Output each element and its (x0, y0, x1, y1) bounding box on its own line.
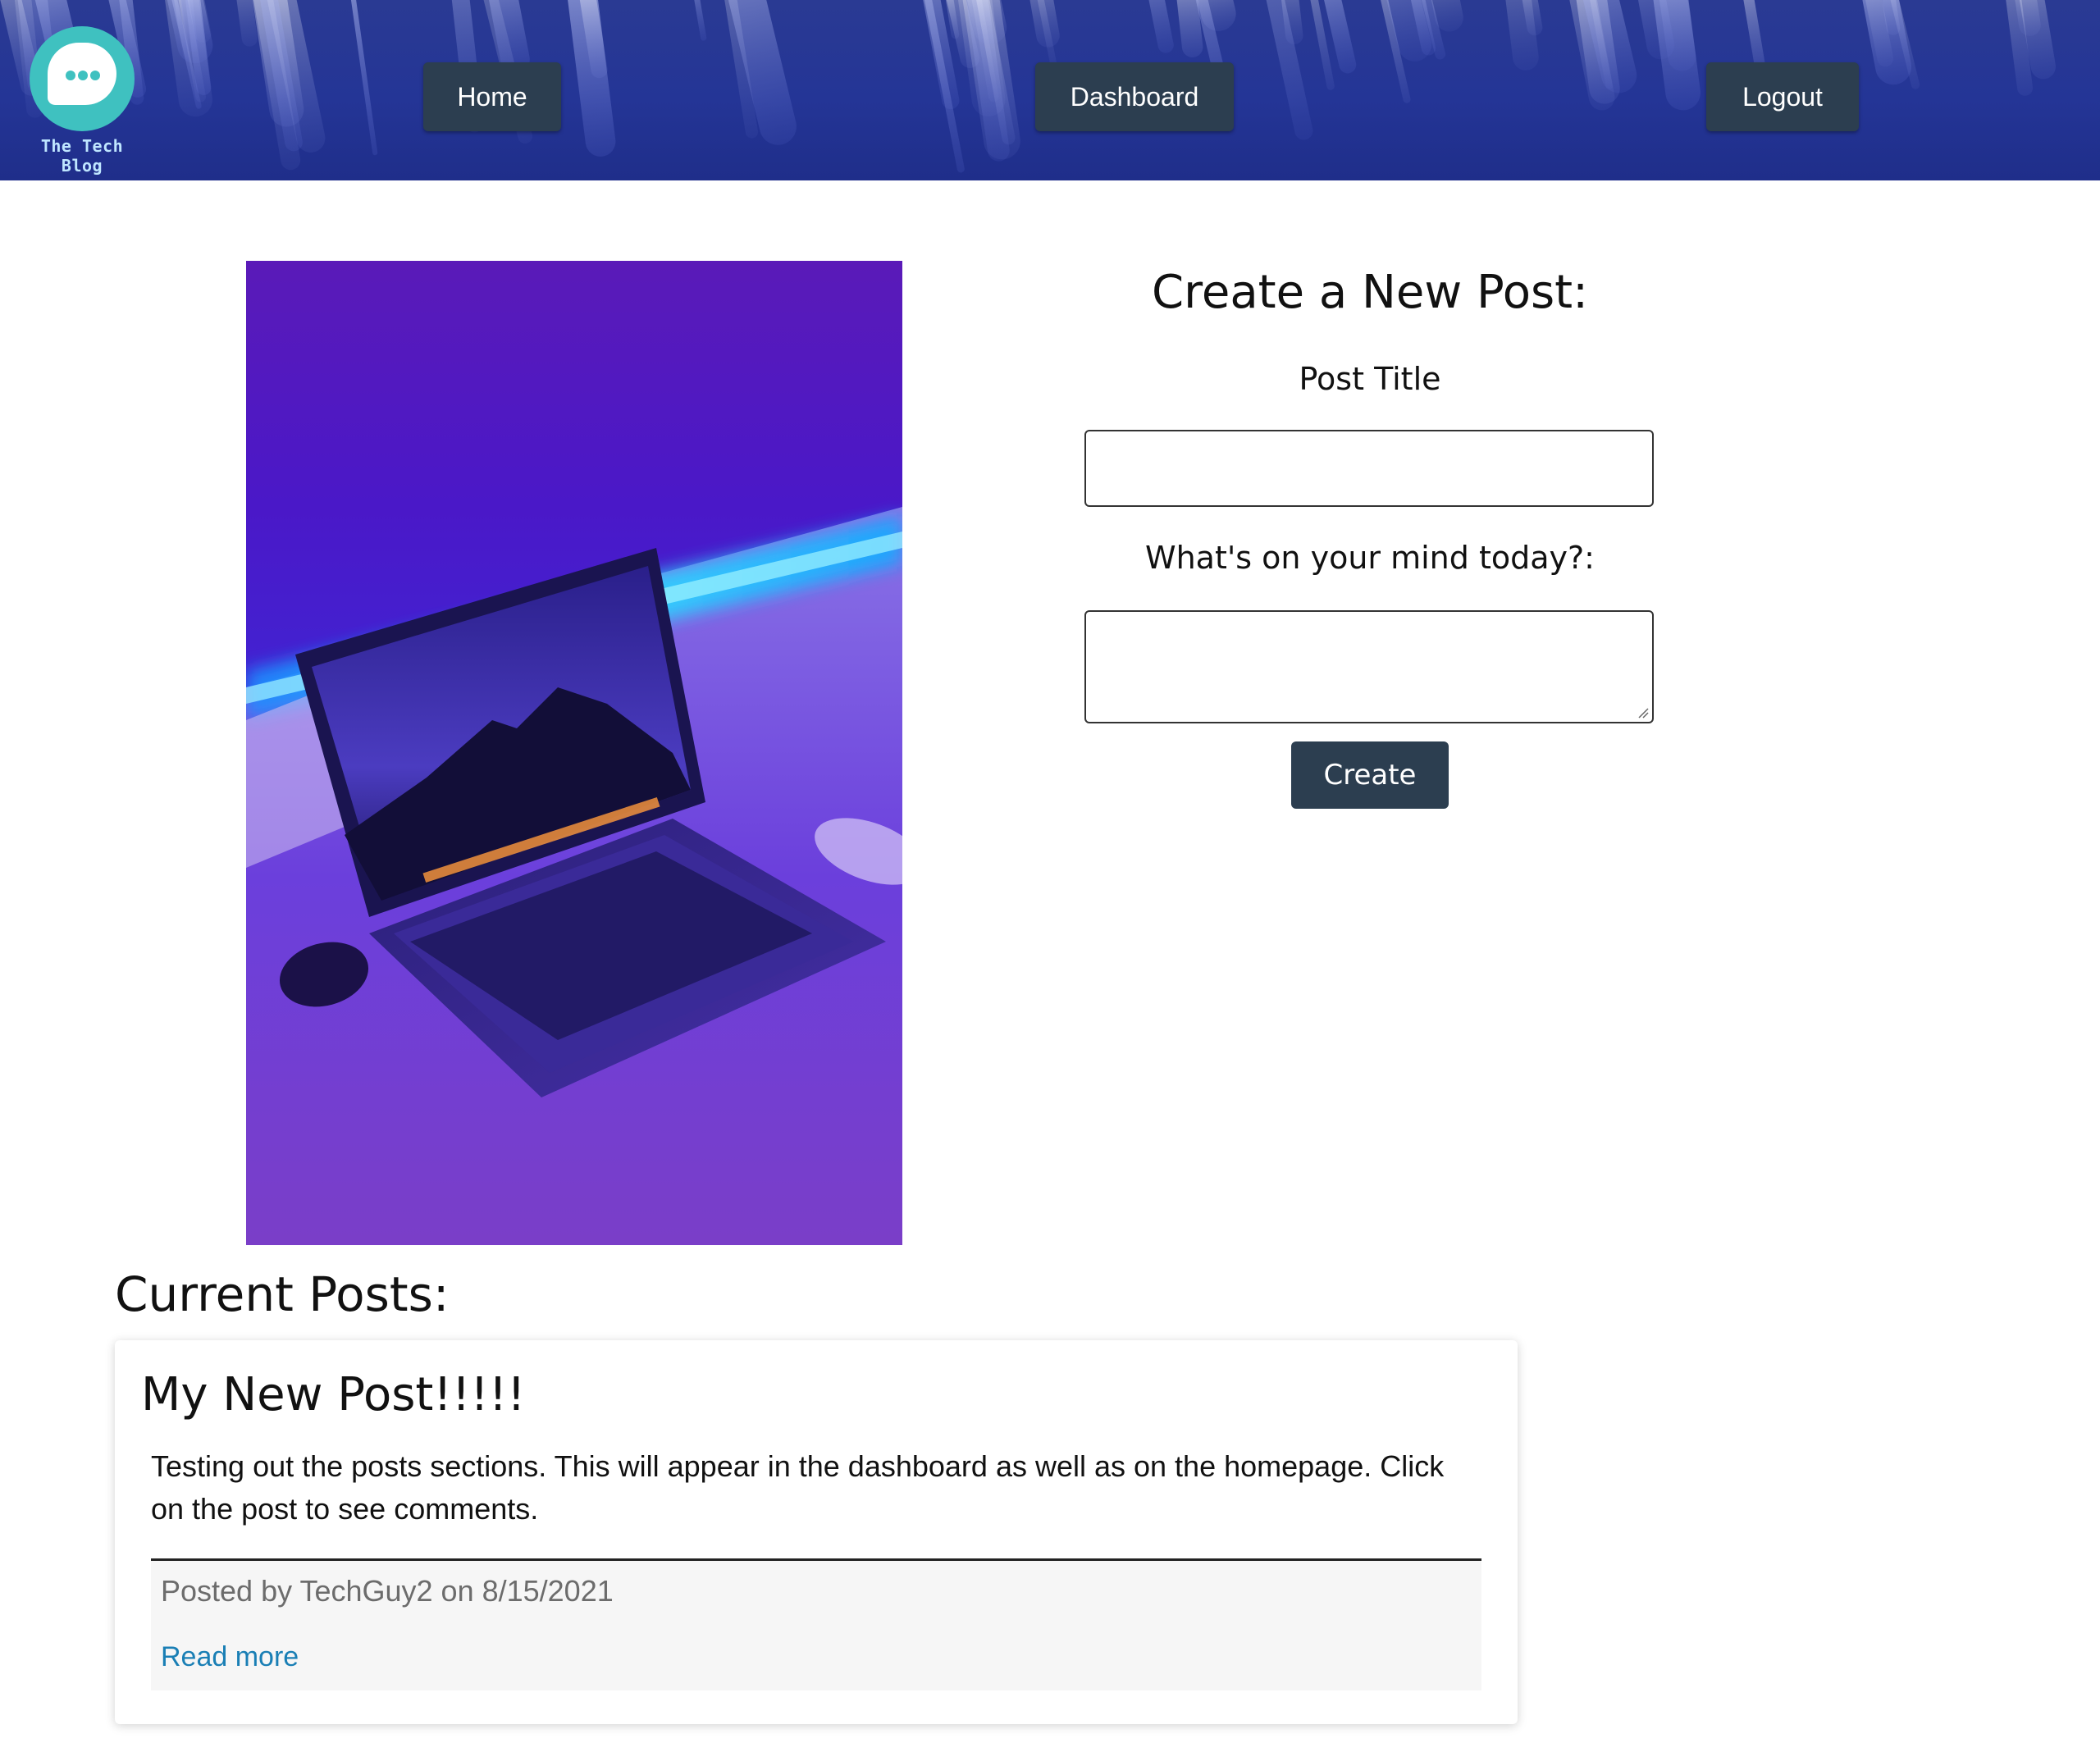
textarea-resize-handle-icon[interactable] (1637, 707, 1649, 719)
post-body: Testing out the posts sections. This wil… (151, 1449, 1445, 1526)
site-header: The Tech Blog Home Dashboard Logout (0, 0, 2100, 180)
post-title-label: Post Title (1299, 361, 1441, 397)
post-meta: Posted by TechGuy2 on 8/15/2021 (161, 1574, 614, 1608)
hero-laptop-image (246, 261, 902, 1245)
site-logo[interactable]: The Tech Blog (25, 25, 139, 176)
create-post-heading: Create a New Post: (1152, 266, 1588, 319)
create-post-button[interactable]: Create (1291, 741, 1449, 809)
post-body-label: What's on your mind today?: (1145, 540, 1595, 576)
post-card[interactable]: My New Post!!!!! Testing out the posts s… (115, 1340, 1518, 1724)
nav-logout-button[interactable]: Logout (1706, 62, 1859, 131)
current-posts-heading: Current Posts: (115, 1266, 450, 1322)
post-body-textarea[interactable] (1084, 610, 1654, 723)
post-title-input[interactable] (1084, 430, 1654, 507)
post-title[interactable]: My New Post!!!!! (141, 1368, 526, 1421)
post-footer: Posted by TechGuy2 on 8/15/2021 Read mor… (151, 1558, 1481, 1690)
chat-bubble-icon (30, 26, 135, 131)
nav-dashboard-button[interactable]: Dashboard (1035, 62, 1234, 131)
logo-text: The Tech Blog (40, 136, 124, 176)
nav-home-button[interactable]: Home (423, 62, 561, 131)
read-more-link[interactable]: Read more (161, 1641, 299, 1673)
